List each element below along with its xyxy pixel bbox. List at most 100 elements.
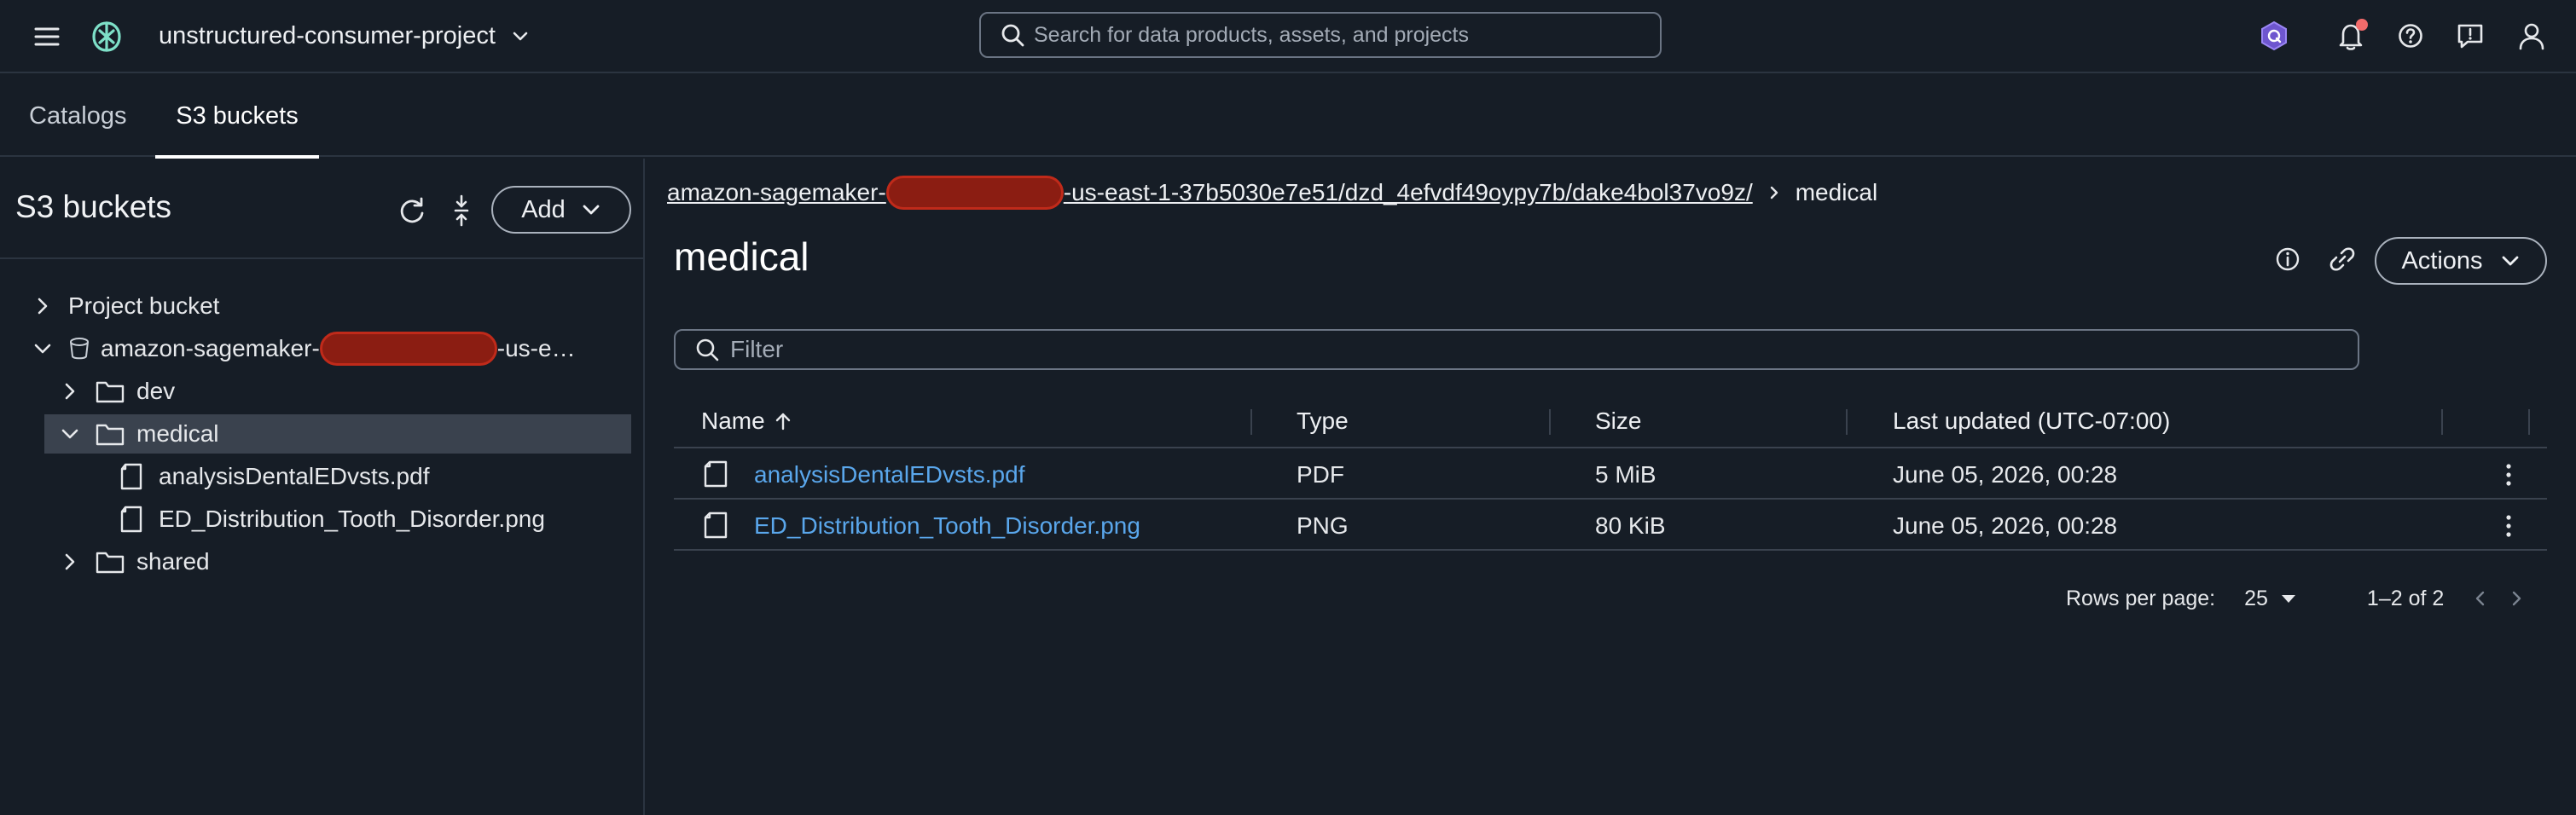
feedback-icon[interactable] — [2451, 17, 2489, 55]
s3-tree-pane: S3 buckets Add Project bucket amazon-sag… — [0, 159, 645, 815]
filter-box[interactable] — [674, 329, 2359, 370]
tree-item-label-suffix: -us-e… — [496, 335, 576, 361]
table-row[interactable]: ED_Distribution_Tooth_Disorder.png PNG 8… — [674, 500, 2547, 551]
info-icon[interactable] — [2272, 244, 2303, 275]
file-icon — [120, 463, 142, 490]
column-header-size[interactable]: Size — [1595, 408, 1641, 435]
file-name-link[interactable]: analysisDentalEDvsts.pdf — [754, 461, 1024, 488]
copy-link-icon[interactable] — [2327, 244, 2358, 275]
chevron-right-icon — [65, 383, 75, 400]
folder-icon — [96, 381, 125, 403]
chevron-right-icon — [65, 553, 75, 570]
objects-table: Name Type Size Last updated (UTC-07:00) … — [674, 396, 2547, 551]
column-header-name[interactable]: Name — [701, 408, 792, 435]
file-size: 80 KiB — [1595, 512, 1666, 539]
project-name: unstructured-consumer-project — [159, 21, 496, 49]
filter-input[interactable] — [730, 336, 2358, 363]
sagemaker-logo-icon[interactable] — [89, 19, 125, 55]
notifications-icon[interactable] — [2332, 17, 2370, 55]
caret-down-icon — [2281, 595, 2295, 603]
rows-per-page-select[interactable]: 25 — [2244, 587, 2297, 611]
redacted-region — [885, 176, 1064, 210]
column-resizer[interactable] — [2528, 409, 2530, 435]
folder-icon — [96, 552, 125, 574]
file-size: 5 MiB — [1595, 461, 1656, 488]
breadcrumb-path-prefix: amazon-sagemaker- — [667, 179, 886, 205]
file-icon — [704, 460, 728, 488]
user-profile-icon[interactable] — [2513, 17, 2550, 55]
chevron-down-icon — [583, 205, 600, 215]
sort-ascending-icon — [775, 413, 790, 431]
global-search[interactable] — [979, 12, 1662, 58]
pagination: Rows per page: 25 1–2 of 2 — [2066, 581, 2527, 616]
file-last-updated: June 05, 2026, 00:28 — [1893, 512, 2118, 539]
table-header: Name Type Size Last updated (UTC-07:00) — [674, 396, 2547, 448]
column-header-last-updated[interactable]: Last updated (UTC-07:00) — [1893, 408, 2170, 435]
tree-item-sagemaker-bucket[interactable]: amazon-sagemaker- -us-e… — [32, 329, 576, 368]
file-type: PDF — [1297, 461, 1344, 488]
chevron-down-icon — [513, 32, 528, 41]
rows-per-page-value: 25 — [2244, 586, 2268, 610]
breadcrumb-path-suffix: -us-east-1-37b5030e7e51/dzd_4efvdf49oypy… — [1063, 179, 1753, 205]
refresh-icon[interactable] — [394, 193, 430, 228]
search-input[interactable] — [1034, 22, 1660, 48]
help-icon[interactable] — [2392, 17, 2429, 55]
notification-badge — [2356, 19, 2368, 31]
file-name-link[interactable]: ED_Distribution_Tooth_Disorder.png — [754, 512, 1140, 540]
file-icon — [120, 506, 142, 533]
column-resizer[interactable] — [2441, 409, 2443, 435]
top-bar: unstructured-consumer-project — [0, 0, 2576, 73]
column-resizer[interactable] — [1250, 409, 1252, 435]
tree-item-label: shared — [136, 548, 210, 575]
tree-item-file-png[interactable]: ED_Distribution_Tooth_Disorder.png — [119, 500, 545, 539]
chevron-down-icon — [61, 429, 78, 439]
tree-item-medical[interactable]: medical — [44, 414, 631, 454]
tree-item-file-pdf[interactable]: analysisDentalEDvsts.pdf — [119, 457, 429, 496]
chevron-right-icon — [1770, 186, 1778, 199]
file-last-updated: June 05, 2026, 00:28 — [1893, 461, 2118, 488]
previous-page-icon[interactable] — [2469, 587, 2492, 610]
tree-item-label: medical — [136, 420, 219, 447]
tree-item-project-bucket[interactable]: Project bucket — [32, 286, 219, 326]
project-switcher[interactable]: unstructured-consumer-project — [159, 15, 530, 56]
collapse-all-icon[interactable] — [444, 193, 479, 228]
search-icon — [696, 338, 719, 361]
chevron-right-icon — [38, 298, 48, 315]
tab-bar: Catalogs S3 buckets — [0, 75, 2576, 159]
more-options-icon[interactable] — [2496, 512, 2521, 540]
more-options-icon[interactable] — [2496, 460, 2521, 489]
tab-s3-buckets[interactable]: S3 buckets — [155, 75, 319, 159]
amazon-q-icon[interactable] — [2255, 17, 2293, 55]
actions-button[interactable]: Actions — [2375, 237, 2547, 285]
rows-per-page-label: Rows per page: — [2066, 586, 2216, 610]
divider — [0, 257, 645, 259]
column-label: Name — [701, 408, 765, 434]
add-button[interactable]: Add — [491, 186, 631, 234]
column-header-type[interactable]: Type — [1297, 408, 1349, 435]
redacted-region — [319, 332, 497, 366]
tab-catalogs[interactable]: Catalogs — [29, 75, 131, 157]
folder-icon — [96, 424, 125, 446]
column-resizer[interactable] — [1846, 409, 1848, 435]
breadcrumb-path-link[interactable]: amazon-sagemaker- -us-east-1-37b5030e7e5… — [667, 176, 1753, 210]
chevron-down-icon — [34, 344, 51, 354]
add-button-label: Add — [521, 195, 566, 223]
tree-item-label: Project bucket — [68, 292, 220, 319]
file-type: PNG — [1297, 512, 1349, 539]
page-range: 1–2 of 2 — [2366, 586, 2445, 610]
breadcrumb: amazon-sagemaker- -us-east-1-37b5030e7e5… — [667, 176, 1877, 210]
table-row[interactable]: analysisDentalEDvsts.pdf PDF 5 MiB June … — [674, 448, 2547, 500]
file-icon — [704, 512, 728, 539]
tree-item-label: amazon-sagemaker- — [101, 335, 320, 361]
next-page-icon[interactable] — [2505, 587, 2527, 610]
column-resizer[interactable] — [1549, 409, 1551, 435]
search-icon — [1001, 24, 1024, 47]
menu-icon[interactable] — [32, 22, 61, 51]
tree-item-label: dev — [136, 378, 176, 404]
tree-item-shared[interactable]: shared — [60, 542, 210, 581]
chevron-down-icon — [2502, 256, 2518, 266]
tree-item-dev[interactable]: dev — [60, 372, 175, 411]
page-title: medical — [674, 234, 809, 279]
tree-item-label: ED_Distribution_Tooth_Disorder.png — [159, 506, 545, 532]
breadcrumb-current: medical — [1795, 179, 1878, 205]
